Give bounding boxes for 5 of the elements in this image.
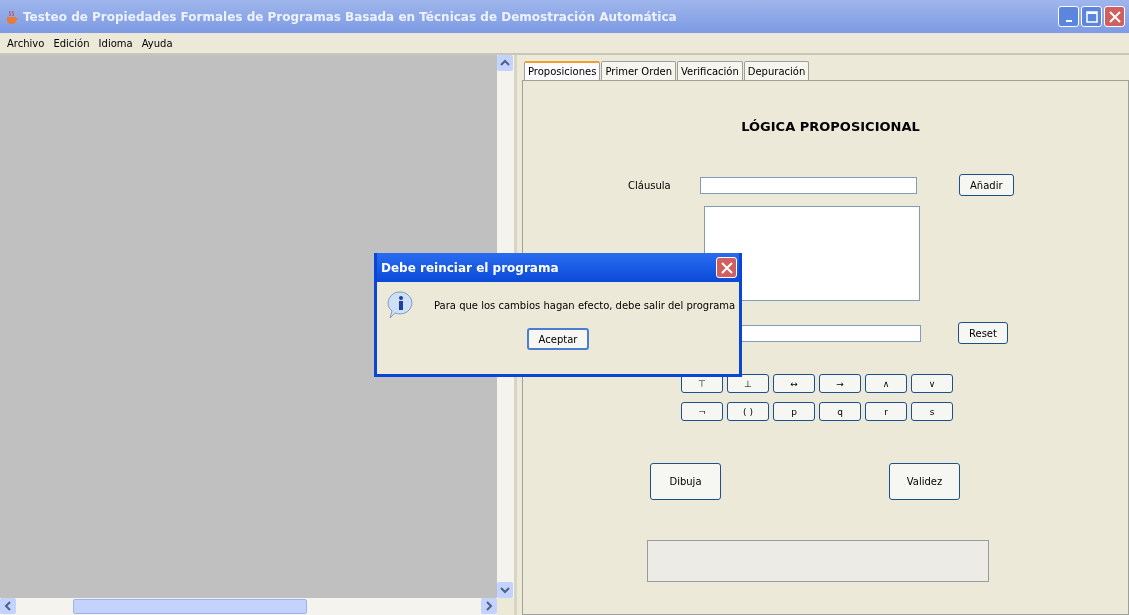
dialog-title: Debe reinciar el programa — [381, 260, 559, 275]
section-heading: LÓGICA PROPOSICIONAL — [740, 119, 921, 134]
window-title: Testeo de Propiedades Formales de Programas Basada en Técnicas de Demostración Automática — [23, 9, 678, 24]
clause-label: Cláusula — [628, 179, 672, 191]
dialog-message: Para que los cambios hagan efecto, debe salir del programa — [434, 299, 736, 311]
